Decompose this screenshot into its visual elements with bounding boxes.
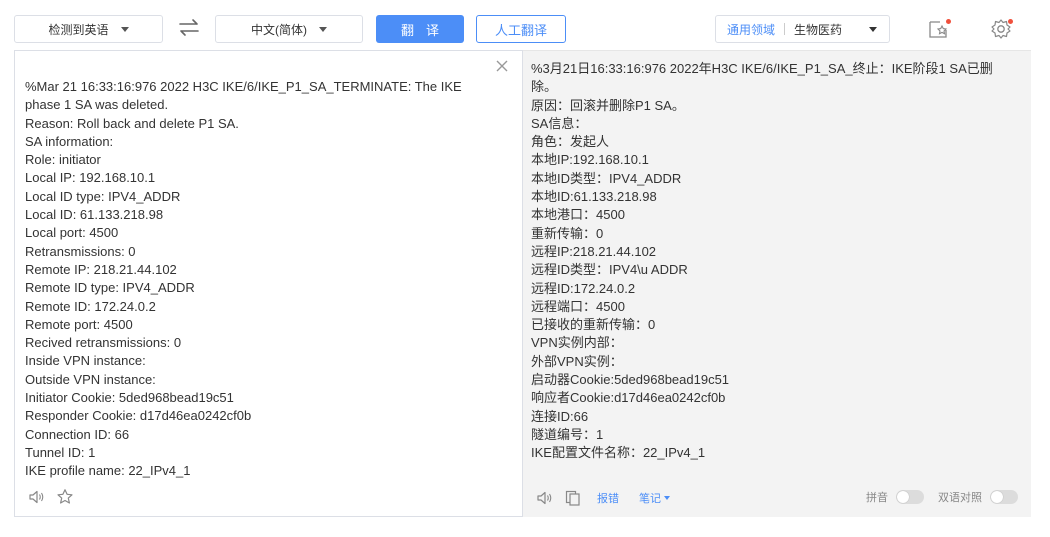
chevron-down-icon <box>319 26 327 32</box>
domain-divider <box>784 23 786 35</box>
target-line: 响应者Cookie:d17d46ea0242cf0b <box>531 390 726 406</box>
domain-value: 生物医药 <box>794 22 843 37</box>
source-line: Initiator Cookie: 5ded968bead19c51 <box>25 390 234 406</box>
target-panel: %3月21日16:33:16:976 2022年H3C IKE/6/IKE_P1… <box>523 50 1031 517</box>
source-line: Remote ID: 172.24.0.2 <box>25 298 156 314</box>
source-line: Connection ID: 66 <box>25 426 130 442</box>
target-line: 重新传输：0 <box>531 225 604 241</box>
source-line: Role: initiator <box>25 152 101 168</box>
notification-dot <box>1008 19 1013 24</box>
target-language-label: 中文(简体) <box>251 22 307 37</box>
target-line: 远程ID:172.24.0.2 <box>531 280 636 296</box>
target-line: 本地ID:61.133.218.98 <box>531 189 657 205</box>
source-line: Tunnel ID: 1 <box>25 444 96 460</box>
target-line: 原因：回滚并删除P1 SA。 <box>531 97 685 113</box>
target-line: 本地ID类型：IPV4_ADDR <box>531 170 682 186</box>
domain-general-label[interactable]: 通用领域 <box>727 21 775 38</box>
target-line: 已接收的重新传输：0 <box>531 317 656 333</box>
source-line: Remote ID type: IPV4_ADDR <box>25 280 195 296</box>
source-line: Local ID type: IPV4_ADDR <box>25 188 181 204</box>
chevron-down-icon <box>664 496 670 500</box>
source-line: Outside VPN instance: <box>25 371 156 387</box>
target-line: 本地IP:192.168.10.1 <box>531 152 649 168</box>
speaker-icon[interactable] <box>27 487 47 507</box>
target-line: 除。 <box>531 79 558 95</box>
chevron-down-icon <box>120 26 129 32</box>
pinyin-toggle-group: 拼音 <box>866 489 924 505</box>
notes-label: 笔记 <box>639 493 661 505</box>
notes-dropdown[interactable]: 笔记 <box>639 490 670 506</box>
copy-icon[interactable] <box>563 488 583 508</box>
swap-icon[interactable] <box>176 17 202 39</box>
report-error-link[interactable]: 报错 <box>597 490 619 506</box>
domain-select[interactable]: 通用领域 生物医药 <box>715 15 890 43</box>
source-line: Recived retransmissions: 0 <box>25 335 182 351</box>
source-line: Local IP: 192.168.10.1 <box>25 170 156 186</box>
target-text-area: %3月21日16:33:16:976 2022年H3C IKE/6/IKE_P1… <box>531 60 1021 463</box>
source-line: Reason: Roll back and delete P1 SA. <box>25 115 239 131</box>
target-line: SA信息： <box>531 115 588 131</box>
chevron-down-icon <box>869 26 877 32</box>
target-line: 隧道编号：1 <box>531 426 604 442</box>
bilingual-toggle-group: 双语对照 <box>938 489 1018 505</box>
source-line: Remote port: 4500 <box>25 316 133 332</box>
bilingual-toggle[interactable] <box>990 490 1018 504</box>
source-line: Inside VPN instance: <box>25 353 146 369</box>
source-line: %Mar 21 16:33:16:976 2022 H3C IKE/6/IKE_… <box>25 79 462 94</box>
star-icon[interactable] <box>55 487 75 507</box>
pinyin-toggle[interactable] <box>896 490 924 504</box>
source-line: Remote IP: 218.21.44.102 <box>25 261 177 277</box>
source-line: phase 1 SA was deleted. <box>25 97 169 113</box>
source-language-label: 检测到英语 <box>48 22 109 37</box>
source-line: Local ID: 61.133.218.98 <box>25 207 164 223</box>
pinyin-label: 拼音 <box>866 492 888 504</box>
notification-dot <box>946 19 951 24</box>
source-language-select[interactable]: 检测到英语 <box>14 15 163 43</box>
bilingual-label: 双语对照 <box>938 492 982 504</box>
target-line: 远程IP:218.21.44.102 <box>531 243 657 259</box>
source-line: Local port: 4500 <box>25 225 119 241</box>
target-line: 远程ID类型：IPV4\u ADDR <box>531 262 688 278</box>
source-line: SA information: <box>25 133 114 149</box>
target-actions: 报错 笔记 <box>535 488 684 508</box>
source-panel[interactable]: %Mar 21 16:33:16:976 2022 H3C IKE/6/IKE_… <box>14 50 523 517</box>
gear-icon[interactable] <box>988 16 1014 42</box>
target-line: 启动器Cookie:5ded968bead19c51 <box>531 372 730 388</box>
source-actions <box>27 487 83 507</box>
star-box-icon[interactable] <box>926 16 952 42</box>
source-line: Responder Cookie: d17d46ea0242cf0b <box>25 408 252 424</box>
close-icon[interactable] <box>495 59 509 73</box>
target-line: 外部VPN实例： <box>531 353 623 369</box>
human-translate-button[interactable]: 人工翻译 <box>476 15 566 43</box>
target-line: 角色：发起人 <box>531 134 610 150</box>
speaker-icon[interactable] <box>535 488 555 508</box>
source-text-area[interactable]: %Mar 21 16:33:16:976 2022 H3C IKE/6/IKE_… <box>25 78 495 481</box>
target-line: 连接ID:66 <box>531 408 589 424</box>
source-line: IKE profile name: 22_IPv4_1 <box>25 463 191 479</box>
source-line: Retransmissions: 0 <box>25 243 136 259</box>
target-language-select[interactable]: 中文(简体) <box>215 15 363 43</box>
target-line: 本地港口：4500 <box>531 207 625 223</box>
target-line: VPN实例内部： <box>531 335 623 351</box>
toolbar: 检测到英语 中文(简体) 翻译 人工翻译 通用领域 生物医药 <box>0 0 1050 50</box>
target-line: 远程端口：4500 <box>531 298 625 314</box>
report-error-label: 报错 <box>597 493 619 505</box>
translate-button[interactable]: 翻译 <box>376 15 464 43</box>
target-line: %3月21日16:33:16:976 2022年H3C IKE/6/IKE_P1… <box>531 61 993 76</box>
target-line: IKE配置文件名称：22_IPv4_1 <box>531 445 706 461</box>
